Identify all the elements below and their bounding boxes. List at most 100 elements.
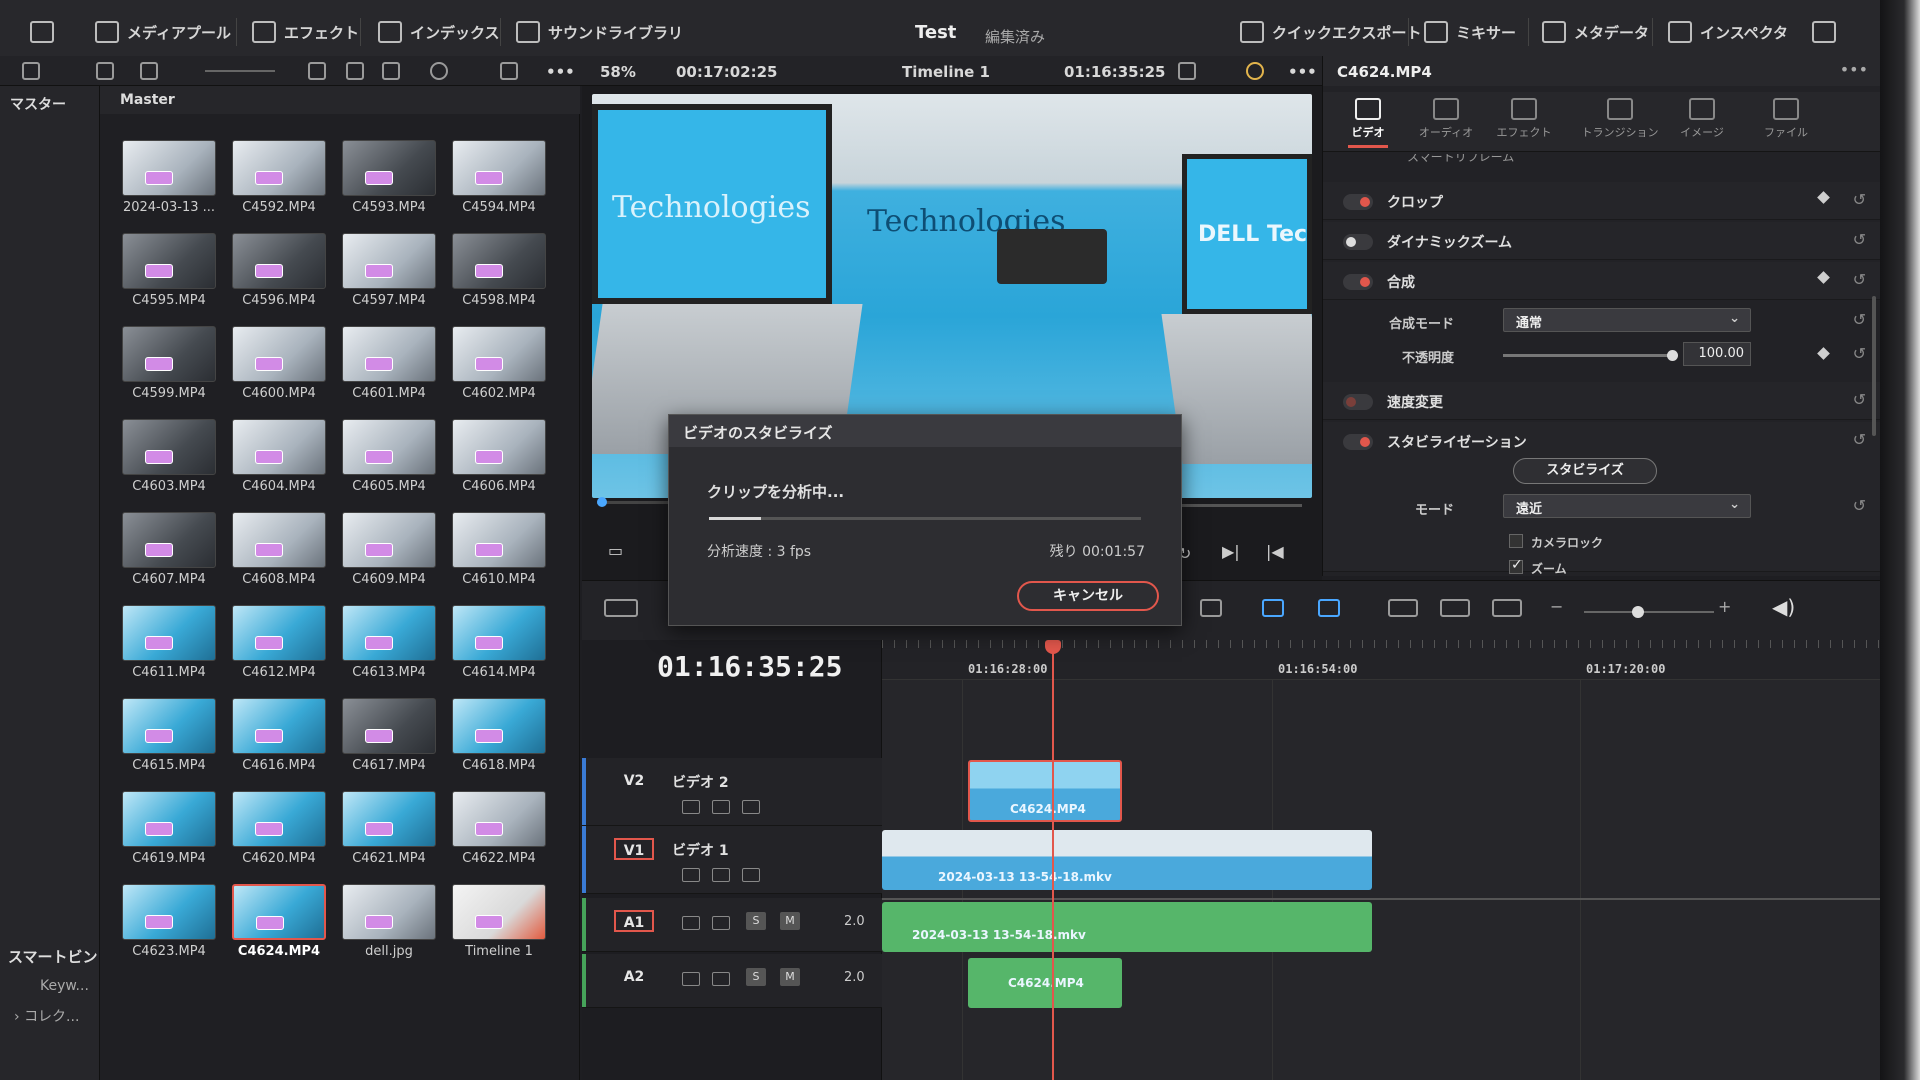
tab-transition[interactable]: トランジション: [1575, 98, 1665, 140]
sound-library-button[interactable]: サウンドライブラリ: [516, 18, 683, 46]
lock-icon[interactable]: [682, 800, 700, 814]
link-icon[interactable]: [96, 62, 114, 80]
composite-row[interactable]: 合成 ↺: [1323, 262, 1880, 300]
speed-change-row[interactable]: 速度変更 ↺: [1323, 382, 1880, 420]
marker-icon[interactable]: [1318, 599, 1340, 617]
lock-icon[interactable]: [682, 916, 700, 930]
media-clip[interactable]: C4617.MP4: [342, 698, 436, 773]
reset-icon[interactable]: ↺: [1853, 270, 1866, 289]
zoom-detail-icon[interactable]: [1440, 599, 1470, 617]
metadata-button[interactable]: メタデータ: [1542, 18, 1649, 46]
composite-toggle[interactable]: [1343, 274, 1373, 290]
zoom-custom-icon[interactable]: [1492, 599, 1522, 617]
thumbnail-size-slider[interactable]: [205, 70, 275, 72]
media-clip[interactable]: C4618.MP4: [452, 698, 546, 773]
clip-v2[interactable]: C4624.MP4: [968, 760, 1122, 822]
clip-v1[interactable]: 2024-03-13 13-54-18.mkv: [882, 830, 1372, 890]
reset-icon[interactable]: ↺: [1853, 390, 1866, 409]
sort-icon[interactable]: [500, 62, 518, 80]
inspector-button[interactable]: インスペクタ: [1668, 18, 1788, 46]
media-clip[interactable]: C4607.MP4: [122, 512, 216, 587]
tab-video[interactable]: ビデオ: [1333, 98, 1403, 148]
media-clip[interactable]: C4592.MP4: [232, 140, 326, 215]
media-clip[interactable]: Timeline 1: [452, 884, 546, 959]
keyframe-icon[interactable]: [1817, 347, 1830, 360]
media-pool-button[interactable]: メディアプール: [95, 18, 231, 46]
zoom-out-icon[interactable]: −: [1550, 597, 1563, 616]
media-clip[interactable]: C4596.MP4: [232, 233, 326, 308]
stabilize-button[interactable]: スタビライズ: [1513, 458, 1657, 484]
media-clip[interactable]: C4608.MP4: [232, 512, 326, 587]
tab-effects[interactable]: エフェクト: [1489, 98, 1559, 140]
viewer-more-icon[interactable]: •••: [1288, 63, 1317, 81]
cancel-button[interactable]: キャンセル: [1017, 581, 1159, 611]
lock-icon[interactable]: [682, 972, 700, 986]
stabilization-toggle[interactable]: [1343, 434, 1373, 450]
media-clip[interactable]: C4598.MP4: [452, 233, 546, 308]
tab-image[interactable]: イメージ: [1667, 98, 1737, 140]
keyframe-icon[interactable]: [1817, 191, 1830, 204]
media-clip[interactable]: C4613.MP4: [342, 605, 436, 680]
lock-icon[interactable]: [1200, 599, 1222, 617]
auto-select-icon[interactable]: [712, 916, 730, 930]
workspace-button[interactable]: [30, 18, 54, 46]
media-clip[interactable]: C4601.MP4: [342, 326, 436, 401]
scrub-head[interactable]: [597, 497, 607, 507]
reset-icon[interactable]: ↺: [1853, 496, 1866, 515]
media-clip[interactable]: C4622.MP4: [452, 791, 546, 866]
solo-button[interactable]: S: [746, 912, 766, 930]
track-header-a2[interactable]: A2 S M 2.0: [582, 954, 882, 1008]
timeline-view-icon[interactable]: [604, 599, 638, 617]
media-clip[interactable]: C4619.MP4: [122, 791, 216, 866]
track-visibility-icon[interactable]: [742, 800, 760, 814]
quick-export-button[interactable]: クイックエクスポート: [1240, 18, 1422, 46]
more-options-icon[interactable]: •••: [546, 63, 575, 81]
media-clip[interactable]: C4624.MP4: [232, 884, 326, 959]
clip-a1[interactable]: 2024-03-13 13-54-18.mkv: [882, 902, 1372, 952]
media-clip[interactable]: C4623.MP4: [122, 884, 216, 959]
auto-select-icon[interactable]: [712, 868, 730, 882]
solo-button[interactable]: S: [746, 968, 766, 986]
slider-knob[interactable]: [1632, 606, 1644, 618]
effects-button[interactable]: エフェクト: [252, 18, 359, 46]
media-clip[interactable]: 2024-03-13 ...: [122, 140, 216, 215]
track-visibility-icon[interactable]: [742, 868, 760, 882]
media-clip[interactable]: C4606.MP4: [452, 419, 546, 494]
track-header-a1[interactable]: A1 S M 2.0: [582, 898, 882, 952]
zoom-checkbox[interactable]: [1509, 557, 1523, 574]
index-button[interactable]: インデックス: [378, 18, 500, 46]
media-clip[interactable]: C4594.MP4: [452, 140, 546, 215]
reset-icon[interactable]: ↺: [1853, 310, 1866, 329]
playhead[interactable]: [1045, 640, 1061, 1080]
timeline-dropdown[interactable]: Timeline 1: [902, 63, 990, 81]
viewer-zoom-dropdown[interactable]: 58%: [600, 63, 636, 81]
reset-icon[interactable]: ↺: [1853, 230, 1866, 249]
media-clip[interactable]: C4621.MP4: [342, 791, 436, 866]
flag-icon[interactable]: [1262, 599, 1284, 617]
auto-select-icon[interactable]: [712, 972, 730, 986]
mixer-button[interactable]: ミキサー: [1424, 18, 1516, 46]
opacity-value-field[interactable]: 100.00: [1683, 342, 1751, 366]
media-clip[interactable]: C4595.MP4: [122, 233, 216, 308]
media-clip[interactable]: C4620.MP4: [232, 791, 326, 866]
color-wheel-icon[interactable]: [1246, 62, 1264, 80]
zoom-full-icon[interactable]: [1388, 599, 1418, 617]
media-clip[interactable]: C4602.MP4: [452, 326, 546, 401]
media-clip[interactable]: C4597.MP4: [342, 233, 436, 308]
camera-lock-checkbox[interactable]: [1509, 534, 1523, 548]
smart-bin-keywords[interactable]: Keyw...: [40, 978, 89, 994]
master-bin[interactable]: マスター: [10, 94, 66, 114]
media-clip[interactable]: C4611.MP4: [122, 605, 216, 680]
mute-button[interactable]: M: [780, 912, 800, 930]
play-next-icon[interactable]: ▶|: [1222, 542, 1240, 561]
dynamic-zoom-row[interactable]: ダイナミックズーム ↺: [1323, 222, 1880, 260]
slider-knob[interactable]: [1667, 350, 1678, 361]
zoom-in-icon[interactable]: +: [1718, 597, 1731, 616]
viewer-options-icon[interactable]: [1178, 62, 1196, 80]
crop-toggle[interactable]: [1343, 194, 1373, 210]
media-clip[interactable]: dell.jpg: [342, 884, 436, 959]
tab-audio[interactable]: オーディオ: [1411, 98, 1481, 140]
reset-icon[interactable]: ↺: [1853, 430, 1866, 449]
timeline-area[interactable]: 01:16:28:00 01:16:54:00 01:17:20:00 C462…: [882, 640, 1880, 1080]
timeline-ruler[interactable]: 01:16:28:00 01:16:54:00 01:17:20:00: [882, 640, 1880, 680]
